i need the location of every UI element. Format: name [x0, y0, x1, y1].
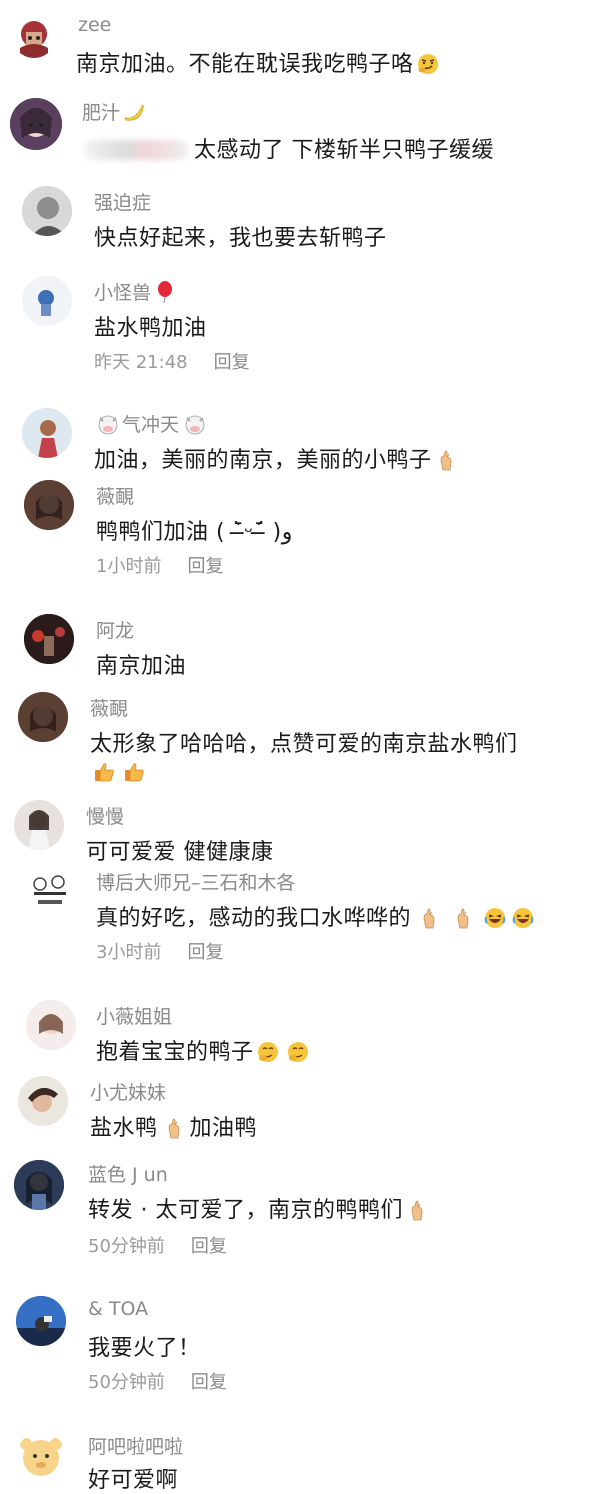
cow-face-emoji	[98, 415, 118, 435]
finger-heart-emoji	[405, 1198, 429, 1222]
smirking-face-emoji	[416, 52, 440, 76]
avatar[interactable]	[14, 800, 64, 850]
avatar[interactable]	[12, 14, 56, 58]
username[interactable]: 蓝色 J un	[88, 1160, 168, 1187]
avatar[interactable]	[22, 276, 72, 326]
cow-face-emoji	[185, 415, 205, 435]
comment-text: 可可爱爱 健健康康	[86, 840, 274, 865]
banana-emoji	[124, 104, 144, 121]
comment-text: 我要火了！	[88, 1336, 201, 1361]
finger-heart-emoji	[434, 448, 458, 472]
avatar[interactable]	[16, 1432, 66, 1482]
comment-emojis	[90, 760, 146, 785]
avatar[interactable]	[14, 1160, 64, 1210]
avatar[interactable]	[24, 480, 74, 530]
username[interactable]: 阿吧啦吧啦	[88, 1432, 183, 1459]
rolling-laughing-emoji	[511, 906, 535, 930]
avatar[interactable]	[26, 1000, 76, 1050]
username[interactable]: 小薇姐姐	[96, 1002, 172, 1029]
username[interactable]: 慢慢	[86, 802, 124, 829]
username[interactable]: 肥汁	[82, 98, 146, 125]
username[interactable]: & TOA	[88, 1298, 148, 1320]
comment-text: 真的好吃，感动的我口水哗哗的	[96, 900, 535, 932]
thinking-face-emoji	[256, 1040, 280, 1064]
finger-heart-emoji	[162, 1116, 186, 1140]
reply-button[interactable]: 回复	[191, 1236, 227, 1257]
username[interactable]: 小尤妹妹	[90, 1078, 166, 1105]
finger-heart-emoji	[417, 906, 441, 930]
avatar[interactable]	[18, 692, 68, 742]
username[interactable]: 阿龙	[96, 616, 134, 643]
comment-text: 太形象了哈哈哈，点赞可爱的南京盐水鸭们	[90, 732, 518, 757]
comment-meta: 50分钟前 回复	[88, 1232, 227, 1258]
reply-button[interactable]: 回复	[187, 942, 223, 963]
comment-text: 南京加油	[96, 654, 187, 679]
comment-text: 加油，美丽的南京，美丽的小鸭子	[94, 442, 458, 474]
rolling-laughing-emoji	[483, 906, 507, 930]
thumbs-up-emoji	[122, 760, 146, 784]
reply-button[interactable]: 回复	[191, 1372, 227, 1393]
reply-button[interactable]: 回复	[214, 352, 250, 373]
comment-text: 鸭鸭们加油 ( ˉ̶̀ᵕˉ̶́ )و	[96, 520, 293, 545]
comment-text: 好可爱啊	[88, 1468, 179, 1493]
username[interactable]: 薇靦	[96, 482, 134, 509]
blurred-mention	[84, 140, 188, 160]
avatar[interactable]	[24, 614, 74, 664]
comment-meta: 1小时前 回复	[96, 552, 223, 578]
timestamp: 50分钟前	[88, 1372, 165, 1393]
timestamp: 昨天 21:48	[94, 352, 188, 373]
comment-text: 盐水鸭 加油鸭	[90, 1116, 258, 1141]
finger-heart-emoji	[451, 906, 475, 930]
avatar[interactable]	[28, 870, 72, 914]
avatar[interactable]	[16, 1296, 66, 1346]
username[interactable]: 气冲天	[94, 410, 207, 437]
comment-meta: 3小时前 回复	[96, 938, 223, 964]
username[interactable]: 强迫症	[94, 188, 151, 215]
comment-text: 转发 · 太可爱了，南京的鸭鸭们	[88, 1192, 429, 1224]
comment-text: 盐水鸭加油	[94, 316, 207, 341]
timestamp: 1小时前	[96, 556, 162, 577]
avatar[interactable]	[22, 408, 72, 458]
balloon-emoji	[158, 281, 173, 304]
comment-text: 快点好起来，我也要去斩鸭子	[94, 226, 387, 251]
username[interactable]: 薇靦	[90, 694, 128, 721]
username[interactable]: zee	[78, 14, 111, 36]
reply-button[interactable]: 回复	[187, 556, 223, 577]
timestamp: 50分钟前	[88, 1236, 165, 1257]
avatar[interactable]	[10, 98, 62, 150]
comment-text: 太感动了 下楼斩半只鸭子缓缓	[84, 132, 494, 164]
comment-text: 抱着宝宝的鸭子	[96, 1034, 310, 1066]
thumbs-up-emoji	[92, 760, 116, 784]
username[interactable]: 博后大师兄–三石和木各	[96, 868, 296, 895]
avatar[interactable]	[18, 1076, 68, 1126]
comment-meta: 50分钟前 回复	[88, 1368, 227, 1394]
username[interactable]: 小怪兽	[94, 278, 177, 305]
comment-text: 南京加油。不能在耽误我吃鸭子咯	[76, 46, 440, 78]
thinking-face-emoji	[286, 1040, 310, 1064]
timestamp: 3小时前	[96, 942, 162, 963]
avatar[interactable]	[22, 186, 72, 236]
comment-meta: 昨天 21:48 回复	[94, 348, 250, 374]
